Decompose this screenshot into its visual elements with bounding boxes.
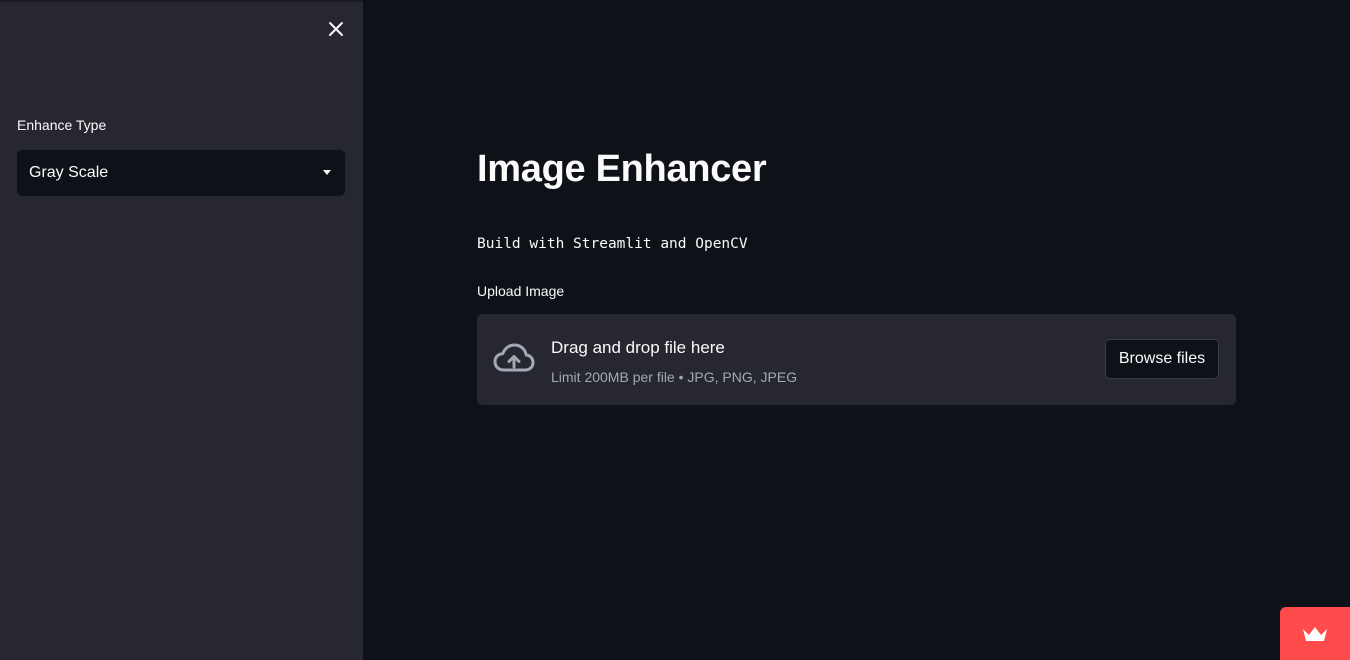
streamlit-badge[interactable] bbox=[1280, 607, 1350, 660]
close-icon bbox=[329, 22, 343, 36]
cloud-upload-icon bbox=[493, 343, 535, 372]
page-title: Image Enhancer bbox=[477, 148, 767, 190]
drop-title: Drag and drop file here bbox=[551, 338, 725, 357]
drop-limit-text: Limit 200MB per file • JPG, PNG, JPEG bbox=[551, 369, 798, 385]
upload-label: Upload Image bbox=[477, 283, 565, 299]
browse-files-button[interactable]: Browse files bbox=[1105, 339, 1219, 379]
enhance-type-value: Gray Scale bbox=[29, 164, 109, 181]
enhance-type-select[interactable]: Gray Scale bbox=[17, 150, 345, 196]
main-content: Image Enhancer Build with Streamlit and … bbox=[363, 0, 1350, 660]
enhance-type-label: Enhance Type bbox=[17, 117, 107, 133]
app-root: Enhance Type Gray Scale Image Enhancer B… bbox=[0, 0, 1350, 660]
caret-down-icon bbox=[323, 170, 331, 175]
close-sidebar-button[interactable] bbox=[322, 15, 350, 43]
page-subtitle: Build with Streamlit and OpenCV bbox=[477, 236, 748, 252]
crown-icon bbox=[1303, 626, 1327, 641]
sidebar: Enhance Type Gray Scale bbox=[0, 0, 363, 660]
file-dropzone[interactable]: Drag and drop file here Limit 200MB per … bbox=[477, 314, 1236, 405]
sidebar-top-border bbox=[0, 0, 363, 2]
